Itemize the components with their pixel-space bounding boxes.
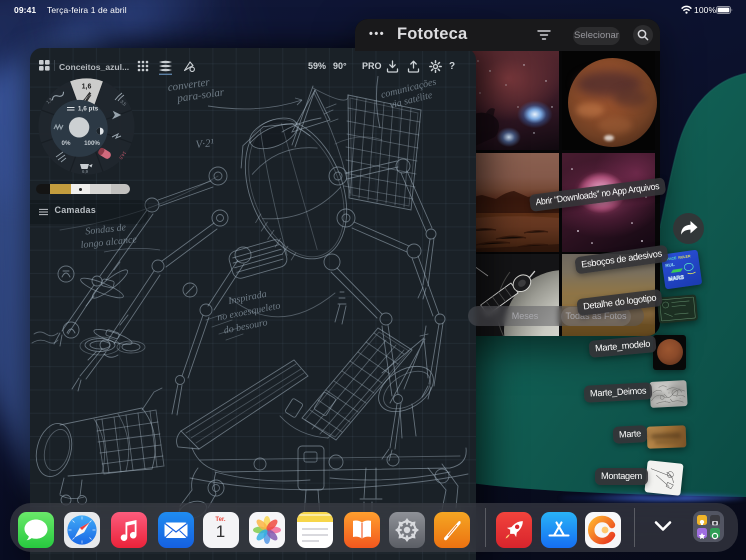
svg-text:1,6 pts: 1,6 pts	[78, 106, 99, 113]
svg-text:V·2¹: V·2¹	[195, 137, 214, 151]
svg-text:100%: 100%	[84, 140, 100, 147]
svg-text:0%: 0%	[62, 140, 71, 147]
svg-text:RUL: RUL	[665, 262, 675, 268]
svg-text:6,9: 6,9	[82, 169, 89, 174]
svg-text:1,6: 1,6	[82, 84, 92, 91]
svg-text:RULER: RULER	[678, 254, 691, 260]
svg-text:MARS: MARS	[668, 275, 685, 283]
